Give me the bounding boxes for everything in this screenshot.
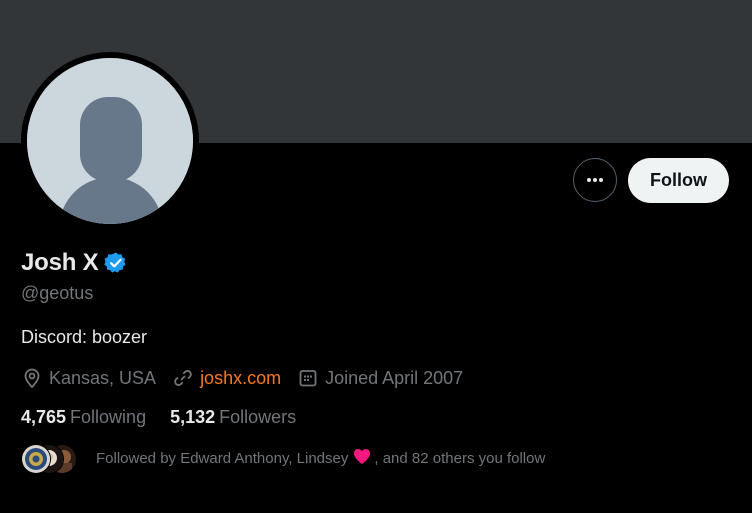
joined-item: Joined April 2007 [297,367,463,389]
name-row: Josh X [21,248,128,278]
followed-by-text: Followed by Edward Anthony, Lindsey , an… [96,447,545,469]
location-pin-icon [24,368,40,389]
followers-label: Followers [219,406,297,427]
following-label: Following [70,406,147,427]
follower-avatar-1 [21,444,51,474]
follow-button[interactable]: Follow [628,158,729,203]
profile-page: Follow Josh X @geotus Discord: boozer Ka… [0,0,752,513]
followed-by-suffix: , and 82 others you follow [374,449,546,467]
profile-bio: Discord: boozer [21,327,148,347]
website-item[interactable]: joshx.com [172,367,281,389]
default-person-icon [27,58,193,224]
default-avatar-image [27,58,193,224]
more-horizontal-icon [587,178,603,182]
followers-stat-link[interactable]: 5,132 Followers [170,407,296,428]
calendar-icon [299,370,317,387]
location-item: Kansas, USA [21,367,156,389]
display-name: Josh X [21,249,99,276]
verified-badge-icon[interactable] [103,251,128,275]
followed-by-row[interactable]: Followed by Edward Anthony, Lindsey , an… [21,442,545,474]
heart-icon [352,447,372,469]
following-stat-link[interactable]: 4,765 Following [21,407,146,428]
profile-meta-row: Kansas, USA joshx.com Joined April 2007 [21,366,479,390]
website-link[interactable]: joshx.com [200,368,281,389]
profile-avatar[interactable] [21,52,199,230]
joined-text: Joined April 2007 [325,367,464,388]
location-text: Kansas, USA [49,367,157,388]
following-count: 4,765 [21,406,67,427]
followed-by-prefix: Followed by Edward Anthony, Lindsey [96,449,349,467]
more-options-button[interactable] [573,158,617,202]
profile-handle: @geotus [21,283,94,303]
followed-by-avatars [21,442,83,474]
follow-stats-row: 4,765 Following 5,132 Followers [21,405,320,429]
link-icon [174,370,192,386]
followers-count: 5,132 [170,406,216,427]
